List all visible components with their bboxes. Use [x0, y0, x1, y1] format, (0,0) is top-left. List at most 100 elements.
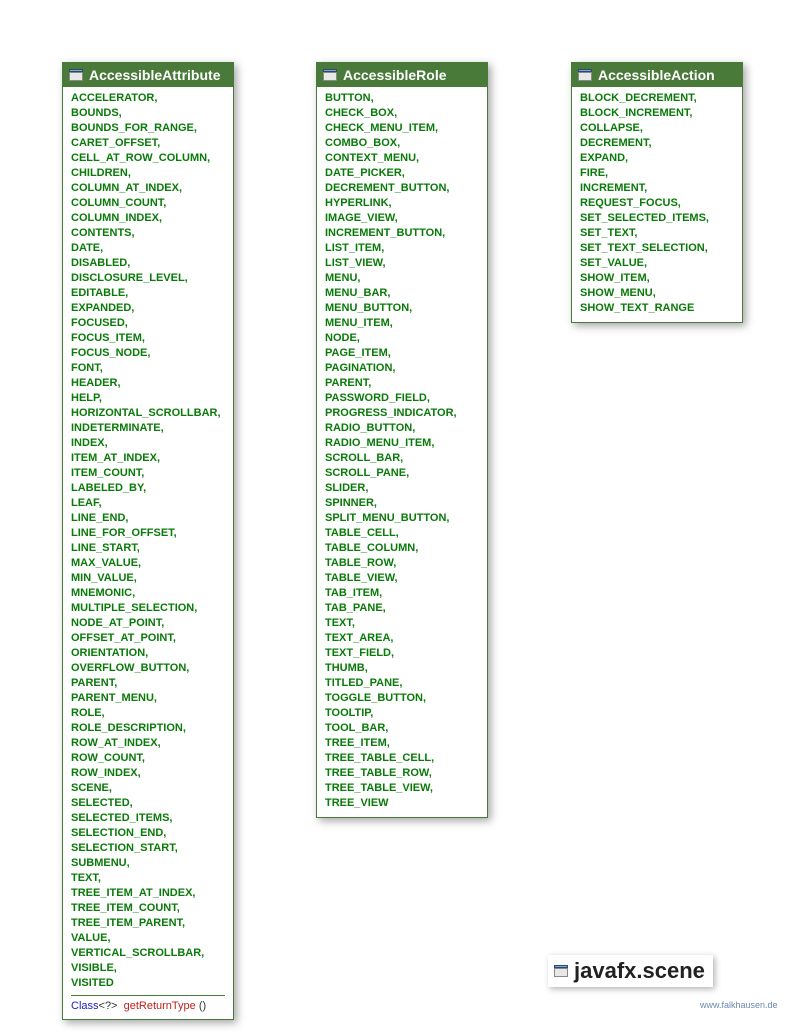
window-icon — [554, 965, 568, 977]
panel-header-attribute: AccessibleAttribute — [63, 63, 233, 87]
enum-item: EXPANDED, — [71, 301, 225, 316]
enum-item: ROLE_DESCRIPTION, — [71, 721, 225, 736]
enum-item: COLUMN_INDEX, — [71, 211, 225, 226]
enum-item: SET_TEXT_SELECTION, — [580, 241, 734, 256]
enum-item: ACCELERATOR, — [71, 91, 225, 106]
enum-item: FIRE, — [580, 166, 734, 181]
enum-item: OFFSET_AT_POINT, — [71, 631, 225, 646]
enum-item: PAGINATION, — [325, 361, 479, 376]
enum-item: TAB_ITEM, — [325, 586, 479, 601]
enum-item: REQUEST_FOCUS, — [580, 196, 734, 211]
enum-item: RADIO_BUTTON, — [325, 421, 479, 436]
enum-item: SUBMENU, — [71, 856, 225, 871]
enum-item: PARENT, — [71, 676, 225, 691]
enum-item: LIST_VIEW, — [325, 256, 479, 271]
enum-item: SELECTED, — [71, 796, 225, 811]
enum-item: MULTIPLE_SELECTION, — [71, 601, 225, 616]
enum-item: LIST_ITEM, — [325, 241, 479, 256]
panel-header-role: AccessibleRole — [317, 63, 487, 87]
panel-accessible-attribute: AccessibleAttribute ACCELERATOR,BOUNDS,B… — [62, 62, 234, 1020]
enum-list-action: BLOCK_DECREMENT,BLOCK_INCREMENT,COLLAPSE… — [580, 91, 734, 316]
enum-item: COLUMN_COUNT, — [71, 196, 225, 211]
enum-item: LINE_START, — [71, 541, 225, 556]
window-icon — [578, 69, 592, 81]
enum-item: MAX_VALUE, — [71, 556, 225, 571]
panel-title: AccessibleAction — [598, 67, 715, 83]
enum-item: FOCUS_NODE, — [71, 346, 225, 361]
enum-item: SPLIT_MENU_BUTTON, — [325, 511, 479, 526]
enum-item: COLUMN_AT_INDEX, — [71, 181, 225, 196]
enum-item: LABELED_BY, — [71, 481, 225, 496]
enum-item: HEADER, — [71, 376, 225, 391]
panel-title: AccessibleAttribute — [89, 67, 220, 83]
enum-item: BOUNDS_FOR_RANGE, — [71, 121, 225, 136]
package-name: javafx.scene — [574, 958, 705, 984]
package-badge: javafx.scene — [548, 955, 713, 987]
enum-item: INCREMENT, — [580, 181, 734, 196]
enum-item: RADIO_MENU_ITEM, — [325, 436, 479, 451]
enum-item: SLIDER, — [325, 481, 479, 496]
method-generic: <?> — [99, 1000, 118, 1012]
enum-item: SHOW_TEXT_RANGE — [580, 301, 734, 316]
enum-item: PROGRESS_INDICATOR, — [325, 406, 479, 421]
enum-item: TREE_TABLE_VIEW, — [325, 781, 479, 796]
enum-item: TREE_ITEM_COUNT, — [71, 901, 225, 916]
enum-item: TOGGLE_BUTTON, — [325, 691, 479, 706]
enum-item: TOOL_BAR, — [325, 721, 479, 736]
enum-item: DECREMENT_BUTTON, — [325, 181, 479, 196]
enum-item: ROLE, — [71, 706, 225, 721]
enum-item: LINE_END, — [71, 511, 225, 526]
watermark: www.falkhausen.de — [700, 1000, 778, 1010]
enum-item: LINE_FOR_OFFSET, — [71, 526, 225, 541]
enum-item: VISIBLE, — [71, 961, 225, 976]
enum-item: CONTEXT_MENU, — [325, 151, 479, 166]
enum-item: MENU, — [325, 271, 479, 286]
enum-item: TEXT_AREA, — [325, 631, 479, 646]
enum-item: PAGE_ITEM, — [325, 346, 479, 361]
enum-item: ITEM_COUNT, — [71, 466, 225, 481]
enum-item: SET_VALUE, — [580, 256, 734, 271]
panel-title: AccessibleRole — [343, 67, 447, 83]
window-icon — [323, 69, 337, 81]
enum-item: MENU_BUTTON, — [325, 301, 479, 316]
enum-item: LEAF, — [71, 496, 225, 511]
enum-item: ROW_INDEX, — [71, 766, 225, 781]
enum-item: ROW_AT_INDEX, — [71, 736, 225, 751]
enum-item: PASSWORD_FIELD, — [325, 391, 479, 406]
enum-item: THUMB, — [325, 661, 479, 676]
enum-item: SELECTED_ITEMS, — [71, 811, 225, 826]
enum-item: TABLE_CELL, — [325, 526, 479, 541]
enum-item: ITEM_AT_INDEX, — [71, 451, 225, 466]
enum-item: NODE, — [325, 331, 479, 346]
enum-item: MENU_BAR, — [325, 286, 479, 301]
panel-body-attribute: ACCELERATOR,BOUNDS,BOUNDS_FOR_RANGE,CARE… — [63, 87, 233, 1019]
enum-item: IMAGE_VIEW, — [325, 211, 479, 226]
enum-item: OVERFLOW_BUTTON, — [71, 661, 225, 676]
panel-body-action: BLOCK_DECREMENT,BLOCK_INCREMENT,COLLAPSE… — [572, 87, 742, 322]
enum-item: ROW_COUNT, — [71, 751, 225, 766]
enum-item: ORIENTATION, — [71, 646, 225, 661]
enum-item: CONTENTS, — [71, 226, 225, 241]
enum-item: MIN_VALUE, — [71, 571, 225, 586]
method-row: Class<?> getReturnType () — [71, 995, 225, 1013]
enum-item: DECREMENT, — [580, 136, 734, 151]
enum-item: SET_SELECTED_ITEMS, — [580, 211, 734, 226]
enum-item: NODE_AT_POINT, — [71, 616, 225, 631]
method-parens: () — [199, 1000, 206, 1012]
enum-item: TAB_PANE, — [325, 601, 479, 616]
enum-item: TREE_ITEM_PARENT, — [71, 916, 225, 931]
enum-item: SHOW_MENU, — [580, 286, 734, 301]
enum-item: VALUE, — [71, 931, 225, 946]
enum-item: INCREMENT_BUTTON, — [325, 226, 479, 241]
enum-list-attribute: ACCELERATOR,BOUNDS,BOUNDS_FOR_RANGE,CARE… — [71, 91, 225, 991]
enum-item: SELECTION_START, — [71, 841, 225, 856]
enum-item: TITLED_PANE, — [325, 676, 479, 691]
method-class: Class — [71, 1000, 99, 1012]
enum-item: INDETERMINATE, — [71, 421, 225, 436]
enum-item: CHECK_MENU_ITEM, — [325, 121, 479, 136]
enum-item: FOCUS_ITEM, — [71, 331, 225, 346]
enum-item: COLLAPSE, — [580, 121, 734, 136]
enum-item: TREE_ITEM, — [325, 736, 479, 751]
enum-item: EXPAND, — [580, 151, 734, 166]
enum-item: TABLE_VIEW, — [325, 571, 479, 586]
